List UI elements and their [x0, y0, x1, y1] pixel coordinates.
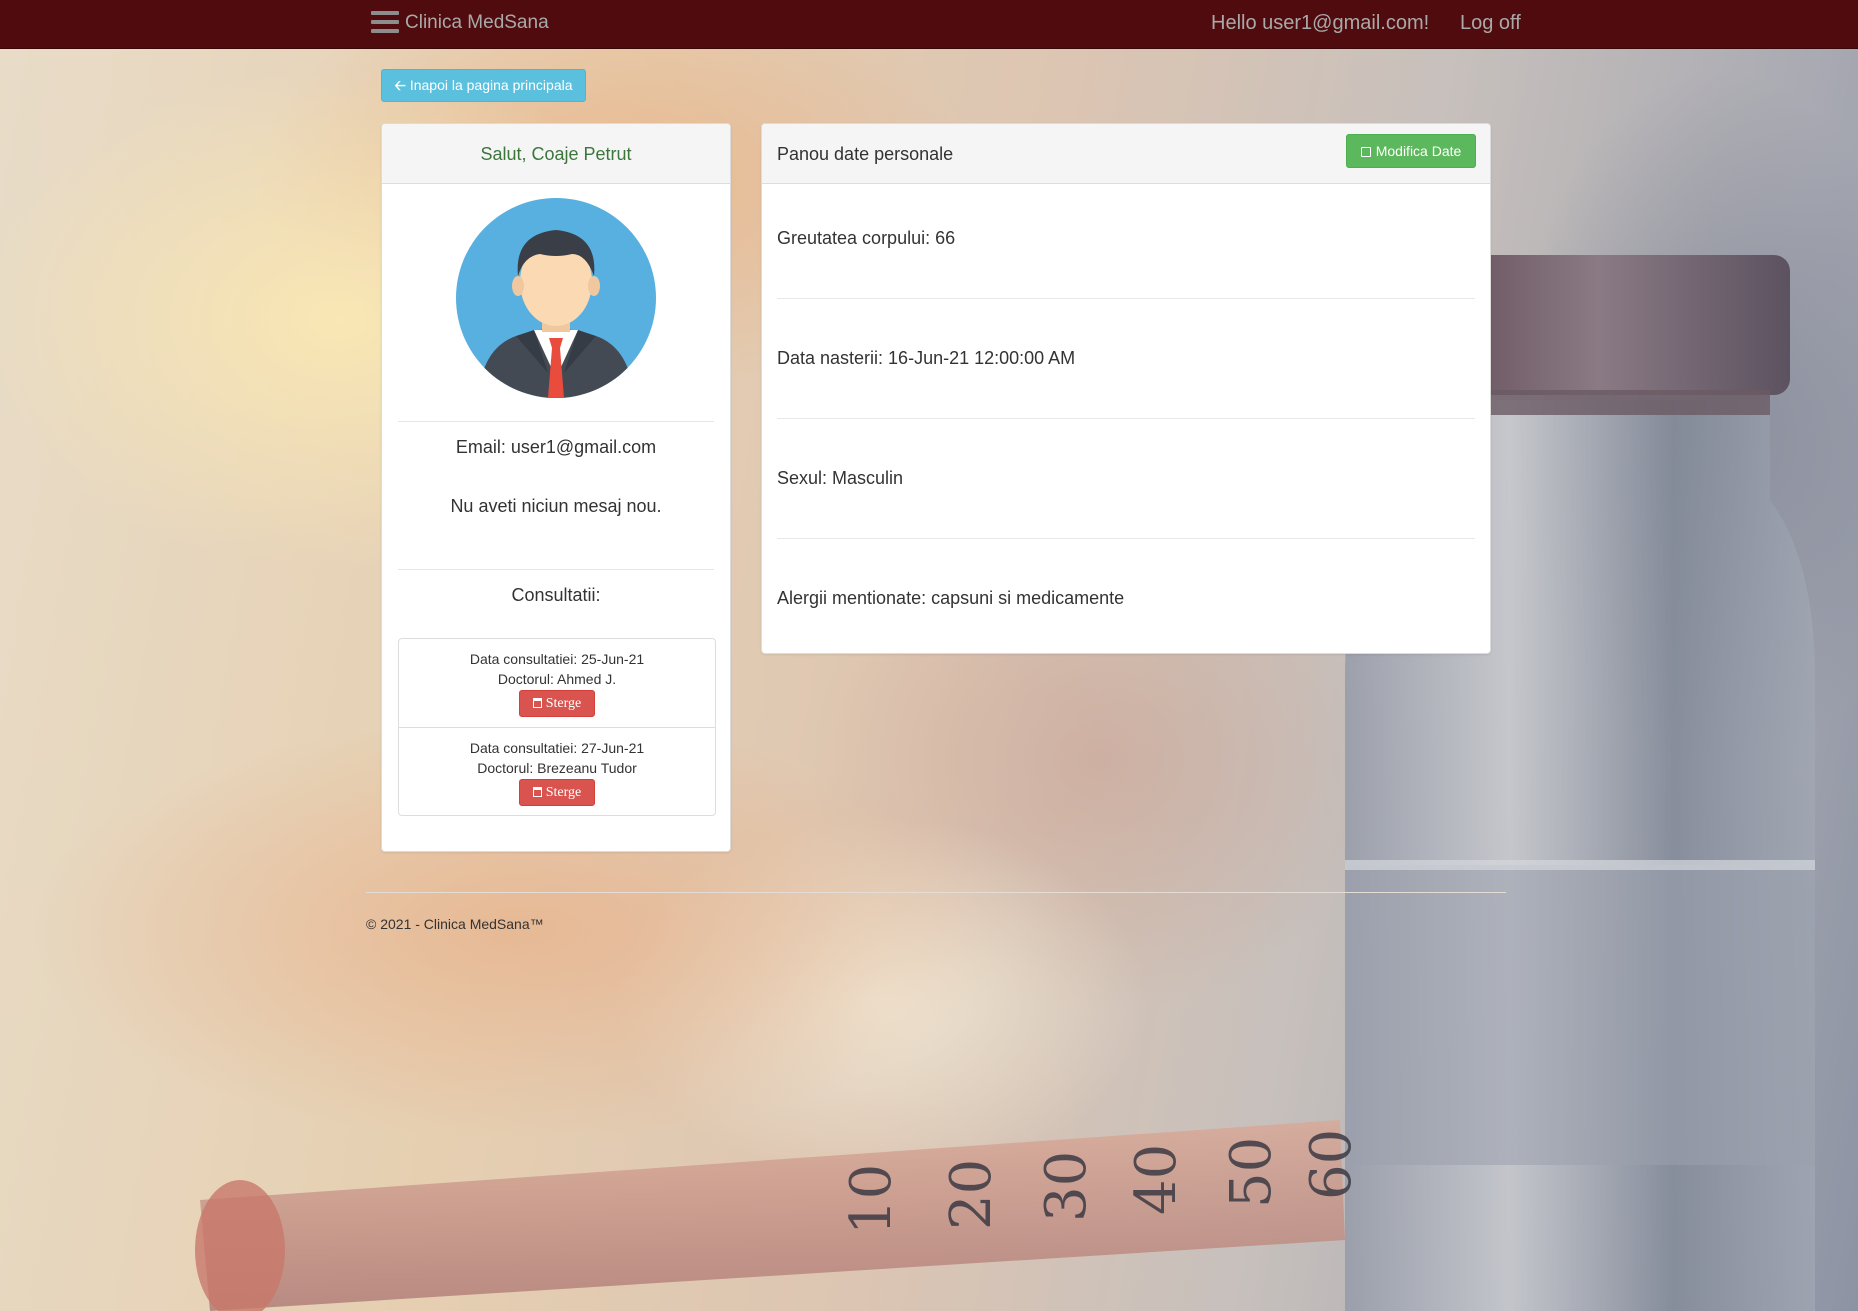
edit-data-button[interactable]: Modifica Date: [1346, 134, 1476, 168]
delete-consultation-button[interactable]: Sterge: [519, 779, 595, 806]
logoff-link[interactable]: Log off: [1460, 12, 1521, 35]
messages-status: Nu aveti niciun mesaj nou.: [450, 496, 662, 516]
consultation-doctor: Doctorul: Ahmed J.: [497, 671, 617, 687]
consultation-date: Data consultatiei: 25-Jun-21: [469, 651, 645, 667]
delete-consultation-button[interactable]: Sterge: [519, 690, 595, 717]
trash-icon: [532, 787, 542, 797]
profile-panel: Salut, Coaje Petrut Email: user1@gmail.c…: [381, 123, 731, 852]
profile-email: Email: user1@gmail.com: [455, 437, 657, 457]
divider: [777, 298, 1475, 299]
consultation-item: Data consultatiei: 27-Jun-21 Doctorul: B…: [399, 727, 715, 816]
back-button-label: Inapoi la pagina principala: [409, 77, 573, 93]
footer-copyright: © 2021 - Clinica MedSana™: [366, 916, 544, 932]
personal-data-title: Panou date personale: [777, 144, 954, 164]
hamburger-icon[interactable]: [371, 11, 399, 33]
trash-icon: [532, 698, 542, 708]
divider: [777, 538, 1475, 539]
birthdate-field: Data nasterii: 16-Jun-21 12:00:00 AM: [777, 348, 1076, 368]
edit-button-label: Modifica Date: [1375, 143, 1462, 159]
top-navbar: Clinica MedSana Hello user1@gmail.com! L…: [0, 0, 1858, 49]
consultation-doctor: Doctorul: Brezeanu Tudor: [477, 760, 637, 776]
personal-data-header: Panou date personale Modifica Date: [762, 124, 1490, 184]
user-avatar: [456, 198, 656, 398]
delete-button-label: Sterge: [545, 696, 582, 711]
sex-field: Sexul: Masculin: [777, 468, 904, 488]
page-content: 🡠 Inapoi la pagina principala Salut, Coaj…: [0, 0, 1858, 1311]
delete-button-label: Sterge: [545, 785, 582, 800]
back-to-home-button[interactable]: 🡠 Inapoi la pagina principala: [381, 69, 586, 102]
personal-data-panel: Panou date personale Modifica Date Greut…: [761, 123, 1491, 654]
profile-panel-header: Salut, Coaje Petrut: [382, 124, 730, 184]
consultation-item: Data consultatiei: 25-Jun-21 Doctorul: A…: [399, 639, 715, 728]
divider: [398, 421, 714, 422]
consultation-date: Data consultatiei: 27-Jun-21: [469, 740, 645, 756]
edit-icon: [1360, 147, 1371, 157]
weight-field: Greutatea corpului: 66: [777, 228, 956, 248]
profile-greeting: Salut, Coaje Petrut: [480, 144, 632, 164]
consultations-list: Data consultatiei: 25-Jun-21 Doctorul: A…: [398, 638, 716, 816]
brand-link[interactable]: Clinica MedSana: [405, 12, 549, 34]
footer-divider: [366, 892, 1506, 893]
divider: [398, 569, 714, 570]
allergies-field: Alergii mentionate: capsuni si medicamen…: [777, 588, 1125, 608]
divider: [777, 418, 1475, 419]
arrow-left-icon: 🡠: [394, 77, 406, 93]
user-greeting-link[interactable]: Hello user1@gmail.com!: [1211, 12, 1429, 35]
consultations-title: Consultatii:: [511, 585, 601, 605]
